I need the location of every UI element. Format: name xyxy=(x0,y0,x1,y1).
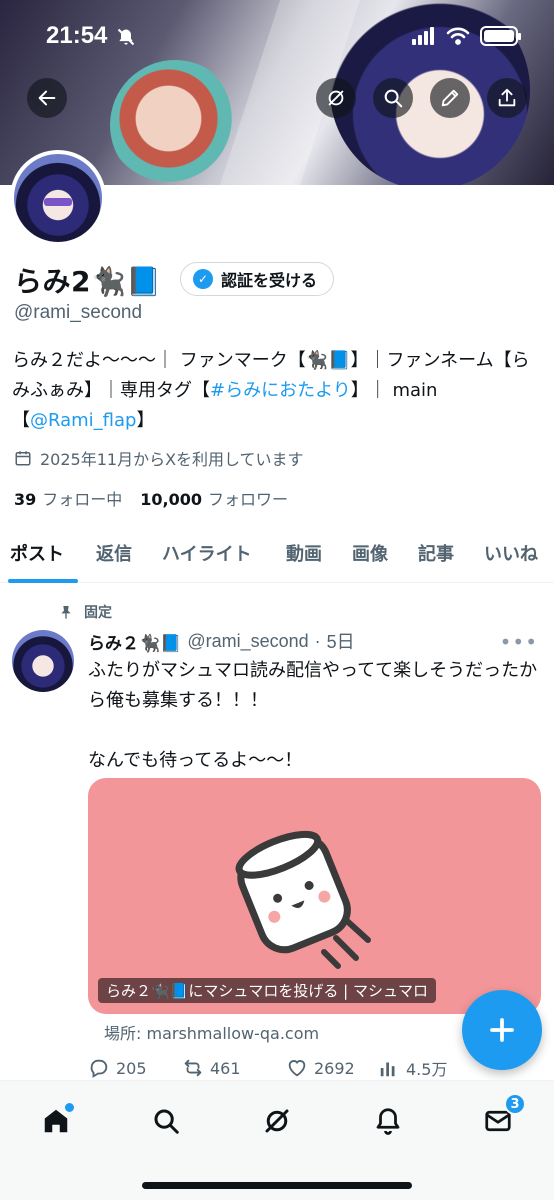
reply-button[interactable]: 205 xyxy=(88,1057,182,1079)
link-card-domain[interactable]: 場所: marshmallow-qa.com xyxy=(104,1020,319,1044)
post-author-avatar[interactable] xyxy=(12,630,74,692)
nav-home[interactable] xyxy=(34,1099,78,1143)
verified-badge-icon: ✓ xyxy=(193,269,213,289)
grok-icon xyxy=(328,90,344,106)
pencil-icon xyxy=(441,89,459,107)
link-card[interactable]: らみ２🐈‍⬛📘にマシュマロを投げる | マシュマロ xyxy=(88,778,541,1014)
reply-count: 205 xyxy=(116,1058,147,1078)
heart-icon xyxy=(288,1060,306,1077)
repost-icon xyxy=(184,1059,202,1077)
tab-articles[interactable]: 記事 xyxy=(418,540,454,566)
followers-count: 10,000 xyxy=(140,490,203,509)
grok-icon xyxy=(265,1109,289,1133)
tab-replies[interactable]: 返信 xyxy=(96,540,132,566)
status-right xyxy=(412,26,521,46)
pinned-indicator: 固定 xyxy=(58,602,112,622)
share-button[interactable] xyxy=(487,78,527,118)
status-bar: 21:54 xyxy=(0,0,554,72)
search-profile-button[interactable] xyxy=(373,78,413,118)
nav-messages[interactable]: 3 xyxy=(476,1093,526,1143)
following-count: 39 xyxy=(14,490,37,509)
notifications-icon xyxy=(376,1108,400,1135)
nav-grok[interactable] xyxy=(255,1099,299,1143)
home-indicator[interactable] xyxy=(142,1182,412,1189)
silent-mode-icon xyxy=(117,28,135,46)
tab-photos[interactable]: 画像 xyxy=(352,540,388,566)
nav-search[interactable] xyxy=(144,1099,188,1143)
nav-notifications[interactable] xyxy=(366,1099,410,1143)
battery-icon xyxy=(480,26,521,46)
profile-avatar[interactable] xyxy=(10,150,106,246)
followers-label: フォロワー xyxy=(208,490,289,509)
view-count: 4.5万 xyxy=(406,1060,448,1079)
edit-profile-button[interactable] xyxy=(430,78,470,118)
views-icon xyxy=(380,1062,395,1077)
reply-icon xyxy=(90,1059,108,1078)
cellular-signal-icon xyxy=(412,27,434,45)
more-icon: ••• xyxy=(499,630,538,654)
repost-count: 461 xyxy=(210,1058,241,1078)
tab-videos[interactable]: 動画 xyxy=(286,540,322,566)
share-icon xyxy=(498,88,516,107)
get-verified-label: 認証を受ける xyxy=(221,271,318,290)
pin-icon xyxy=(61,606,71,619)
compose-post-button[interactable] xyxy=(462,990,542,1070)
post-header: らみ２🐈‍⬛📘 @rami_second · 5日 xyxy=(88,628,355,654)
post-time[interactable]: 5日 xyxy=(327,628,355,654)
wifi-icon xyxy=(446,27,470,45)
post-author-handle: @rami_second xyxy=(187,630,309,651)
tab-highlights[interactable]: ハイライト xyxy=(162,540,252,566)
repost-button[interactable]: 461 xyxy=(182,1057,286,1079)
profile-bio: らみ２だよ〜〜〜｜ ファンマーク【🐈‍⬛📘】｜ファンネーム【らみふぁみ】｜専用タ… xyxy=(12,346,542,436)
post-author-name[interactable]: らみ２🐈‍⬛📘 xyxy=(88,629,181,654)
home-unread-dot xyxy=(65,1103,74,1112)
active-tab-indicator xyxy=(8,579,78,583)
profile-tabs: ポスト 返信 ハイライト 動画 画像 記事 いいね xyxy=(0,528,554,583)
back-button[interactable] xyxy=(27,78,67,118)
following-link[interactable]: 39 フォロー中 xyxy=(14,486,122,510)
post-more-button[interactable]: ••• xyxy=(500,630,538,654)
tab-likes[interactable]: いいね xyxy=(484,540,538,566)
messages-badge: 3 xyxy=(504,1093,526,1115)
post-text: ふたりがマシュマロ読み配信やってて楽しそうだったから俺も募集する！！！ なんでも… xyxy=(88,660,538,771)
search-icon xyxy=(384,89,403,108)
joined-text: 2025年11月からXを利用しています xyxy=(40,450,304,469)
post-separator: · xyxy=(314,630,321,651)
followers-link[interactable]: 10,000 フォロワー xyxy=(140,486,288,510)
pinned-label: 固定 xyxy=(84,605,112,621)
arrow-left-icon xyxy=(38,90,56,106)
marshmallow-illustration xyxy=(235,830,371,969)
bio-mention-link[interactable]: @Rami_flap xyxy=(30,410,136,431)
status-time: 21:54 xyxy=(46,22,108,49)
bio-text: 】 xyxy=(136,410,155,431)
like-button[interactable]: 2692 xyxy=(286,1057,378,1079)
tab-posts[interactable]: ポスト xyxy=(10,540,64,566)
like-count: 2692 xyxy=(314,1058,355,1078)
views-button[interactable]: 4.5万 xyxy=(378,1056,478,1080)
following-label: フォロー中 xyxy=(42,490,123,509)
grok-button[interactable] xyxy=(316,78,356,118)
display-name: らみ2🐈‍⬛📘 xyxy=(14,265,162,298)
follow-stats: 39 フォロー中 10,000 フォロワー xyxy=(14,486,288,510)
bio-hashtag-link[interactable]: #らみにおたより xyxy=(210,380,351,401)
link-card-title: らみ２🐈‍⬛📘にマシュマロを投げる | マシュマロ xyxy=(98,978,436,1003)
display-name-row: らみ2🐈‍⬛📘 xyxy=(14,260,162,300)
profile-handle: @rami_second xyxy=(14,302,143,323)
calendar-icon xyxy=(15,451,31,466)
joined-date: 2025年11月からXを利用しています xyxy=(14,446,304,470)
search-icon xyxy=(154,1109,179,1134)
plus-icon xyxy=(490,1018,514,1042)
get-verified-button[interactable]: ✓ 認証を受ける xyxy=(180,262,335,296)
banner-art-character-left xyxy=(110,60,240,185)
